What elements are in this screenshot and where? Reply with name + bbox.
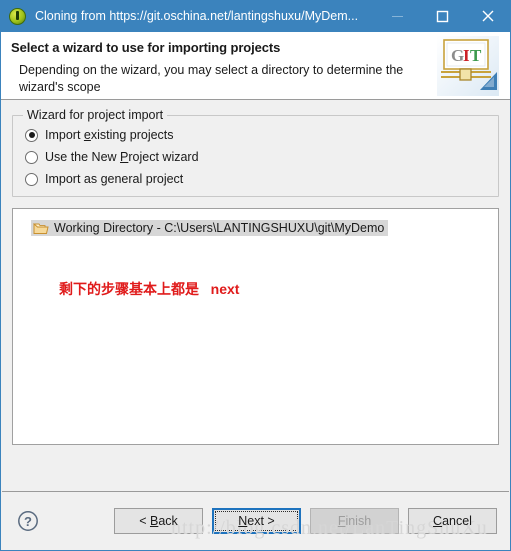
radio-indicator <box>25 150 38 164</box>
radio-label: Use the New Project wizard <box>45 150 199 164</box>
window-title: Cloning from https://git.oschina.net/lan… <box>35 9 359 23</box>
project-tree-panel[interactable]: Working Directory - C:\Users\LANTINGSHUX… <box>12 208 499 445</box>
wizard-header: Select a wizard to use for importing pro… <box>1 32 510 100</box>
minimize-icon <box>392 15 403 17</box>
radio-use-new-project-wizard[interactable]: Use the New Project wizard <box>13 146 498 168</box>
radio-import-existing-projects[interactable]: Import existing projects <box>13 124 498 146</box>
dialog-window: Cloning from https://git.oschina.net/lan… <box>0 0 511 551</box>
help-question-icon[interactable]: ? <box>17 510 39 532</box>
radio-indicator <box>25 172 38 186</box>
next-button[interactable]: Next > <box>212 507 301 534</box>
git-logo-icon: G I T <box>437 36 499 96</box>
eclipse-icon <box>9 7 26 25</box>
dialog-footer: ? < Back Next > Finish Cancel <box>1 492 510 549</box>
red-annotation-text: 剩下的步骤基本上都是 next <box>59 281 240 297</box>
page-description: Depending on the wizard, you may select … <box>19 63 404 94</box>
tree-item-working-directory[interactable]: Working Directory - C:\Users\LANTINGSHUX… <box>31 220 389 236</box>
minimize-button[interactable] <box>375 0 420 32</box>
radio-label: Import as general project <box>45 172 184 186</box>
group-legend: Wizard for project import <box>23 108 168 122</box>
folder-open-icon <box>33 223 49 234</box>
svg-text:T: T <box>470 46 482 65</box>
maximize-button[interactable] <box>420 0 465 32</box>
finish-button: Finish <box>310 507 399 534</box>
dialog-button-row: < Back Next > Finish Cancel <box>105 507 497 534</box>
svg-text:?: ? <box>24 514 32 529</box>
svg-text:I: I <box>463 46 470 65</box>
page-title: Select a wizard to use for importing pro… <box>11 40 281 55</box>
radio-import-as-general-project[interactable]: Import as general project <box>13 168 498 190</box>
radio-indicator <box>25 128 38 142</box>
wizard-import-group: Wizard for project import Import existin… <box>12 108 499 197</box>
title-bar: Cloning from https://git.oschina.net/lan… <box>1 0 510 32</box>
close-icon <box>482 10 493 22</box>
tree-item-label: Working Directory - C:\Users\LANTINGSHUX… <box>54 221 385 235</box>
maximize-icon <box>436 10 449 22</box>
cancel-button[interactable]: Cancel <box>408 507 497 534</box>
wizard-body: Wizard for project import Import existin… <box>1 100 510 445</box>
radio-label: Import existing projects <box>45 128 174 142</box>
close-button[interactable] <box>465 0 510 32</box>
back-button[interactable]: < Back <box>114 507 203 534</box>
